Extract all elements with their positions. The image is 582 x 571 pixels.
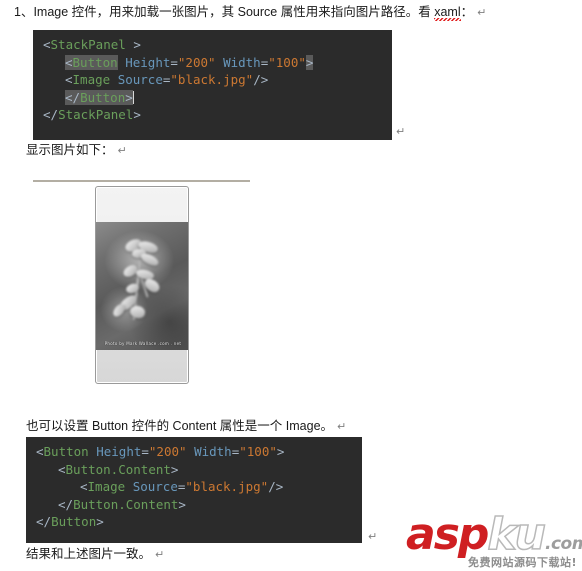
code-token: < (65, 72, 73, 87)
code-token: StackPanel (58, 107, 134, 122)
code-line: <Button Height="200" Width="100"> (33, 54, 392, 72)
code-token: "black.jpg" (170, 72, 254, 87)
code-token: "200" (148, 444, 187, 459)
aspku-watermark-logo: aspku.com 免费网站源码下载站! (406, 509, 582, 570)
watermark-tagline: 免费网站源码下载站! (468, 556, 578, 569)
code-token: = (141, 444, 149, 459)
code-block-xaml-button-content[interactable]: <Button Height="200" Width="100"> <Button… (26, 437, 362, 543)
list-number: 1、 (14, 5, 34, 19)
code-token: "200" (177, 54, 216, 70)
code-block-xaml-stackpanel[interactable]: <StackPanel > <Button Height="200" Width=… (33, 30, 392, 140)
misspelled-word-xaml: xaml (434, 5, 461, 23)
code-token: </ (43, 107, 59, 122)
code-token: </ (65, 89, 81, 105)
text-caret (132, 90, 134, 104)
code-token: </ (36, 514, 52, 529)
code-line: <Image Source="black.jpg"/> (33, 71, 392, 89)
pilcrow-mark: ↵ (337, 420, 347, 433)
pilcrow-mark: ↵ (117, 144, 127, 157)
wpf-image-black-jpg: Photo by Mark Wallace .com . net (96, 222, 188, 350)
image-source-watermark: Photo by Mark Wallace .com . net (104, 341, 182, 346)
code-token: Button (72, 54, 118, 70)
pilcrow-after-codeblock-2: ↵ (368, 530, 378, 543)
watermark-brand-asp: asp (406, 509, 489, 560)
code-token: Height (96, 444, 142, 459)
code-token: > (125, 89, 133, 105)
code-token: Source (117, 72, 163, 87)
code-token: Image (87, 479, 126, 494)
also-set-text: 也可以设置 Button 控件的 Content 属性是一个 Image。 (26, 419, 334, 433)
paragraph-result-same: 结果和上述图片一致。 ↵ (26, 546, 164, 563)
code-token: "100" (239, 444, 277, 459)
flower-petal (138, 251, 161, 268)
code-token: = (170, 54, 178, 70)
code-token: StackPanel (50, 37, 134, 52)
paragraph-intro: 1、Image 控件，用来加载一张图片，其 Source 属性用来指向图片路径。… (14, 4, 487, 23)
code-token: Width (194, 444, 232, 459)
flower-shapes (96, 222, 188, 350)
code-token: Button.Content (65, 461, 171, 477)
code-line: <Button.Content> (26, 461, 362, 479)
paragraph-show-image: 显示图片如下： ↵ (26, 142, 127, 159)
horizontal-divider (33, 180, 250, 182)
watermark-brand-ku: ku (487, 509, 547, 560)
code-token: /> (268, 479, 284, 494)
code-token: "100" (268, 54, 306, 70)
code-line: </Button> (26, 513, 362, 531)
result-same-text: 结果和上述图片一致。 (26, 547, 152, 561)
code-token: Button (80, 89, 126, 105)
paragraph-also-set: 也可以设置 Button 控件的 Content 属性是一个 Image。 ↵ (26, 418, 346, 435)
show-image-text: 显示图片如下： (26, 143, 114, 157)
code-line: </Button> (33, 89, 392, 107)
code-line: <Button Height="200" Width="100"> (26, 443, 362, 461)
pilcrow-after-codeblock-1: ↵ (396, 125, 406, 138)
code-token: > (96, 514, 104, 529)
code-token: Button.Content (73, 496, 179, 512)
code-token: Button (51, 514, 97, 529)
code-token: /> (253, 72, 269, 87)
code-token: < (43, 37, 51, 52)
code-token: Width (223, 54, 261, 70)
code-token: Button (43, 444, 89, 459)
pilcrow-mark: ↵ (155, 548, 165, 561)
code-token: > (170, 461, 179, 477)
wpf-button-preview[interactable]: Photo by Mark Wallace .com . net (95, 186, 189, 384)
code-token: > (276, 444, 285, 459)
code-token: > (133, 107, 141, 122)
intro-text-a: Image 控件，用来加载一张图片，其 Source 属性用来指向图片路径。看 (33, 5, 435, 19)
pilcrow-mark: ↵ (477, 6, 487, 19)
code-token: < (65, 54, 73, 70)
code-token: > (133, 37, 141, 52)
code-token: < (80, 479, 88, 494)
code-token: </ (58, 496, 74, 512)
code-token: > (305, 54, 314, 70)
code-line: </StackPanel> (33, 106, 392, 124)
code-line: <Image Source="black.jpg"/> (26, 478, 362, 496)
code-token: < (36, 444, 44, 459)
code-token: > (178, 496, 186, 512)
code-token: < (58, 461, 66, 477)
code-line: <StackPanel > (33, 36, 392, 54)
code-token: Source (132, 479, 178, 494)
code-line: </Button.Content> (26, 496, 362, 514)
code-token: Height (125, 54, 171, 70)
code-token: Image (72, 72, 111, 87)
intro-text-b: ： (460, 5, 474, 19)
code-token: "black.jpg" (185, 479, 269, 494)
